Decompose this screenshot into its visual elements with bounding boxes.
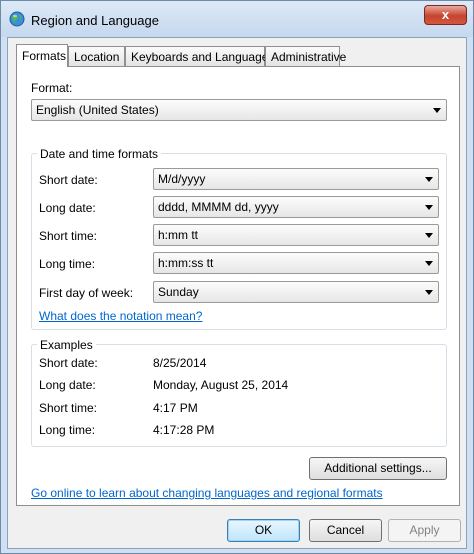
short-time-dropdown[interactable]: h:mm tt xyxy=(153,224,439,246)
first-day-of-week-dropdown[interactable]: Sunday xyxy=(153,281,439,303)
examples-title: Examples xyxy=(37,338,96,352)
chevron-down-icon xyxy=(425,290,433,295)
long-time-dropdown[interactable]: h:mm:ss tt xyxy=(153,252,439,274)
dialog-client-area: Formats Location Keyboards and Languages… xyxy=(7,37,467,549)
short-date-dropdown[interactable]: M/d/yyyy xyxy=(153,168,439,190)
first-day-of-week-label: First day of week: xyxy=(39,286,134,300)
region-language-window: Region and Language x Formats Location K… xyxy=(0,0,474,554)
example-short-time-value: 4:17 PM xyxy=(153,401,198,415)
notation-help-link[interactable]: What does the notation mean? xyxy=(39,309,202,323)
chevron-down-icon xyxy=(425,261,433,266)
online-help-link[interactable]: Go online to learn about changing langua… xyxy=(31,486,383,500)
tab-keyboards-and-languages[interactable]: Keyboards and Languages xyxy=(125,46,274,66)
example-short-time-label: Short time: xyxy=(39,401,98,415)
ok-button[interactable]: OK xyxy=(227,519,300,542)
chevron-down-icon xyxy=(433,108,441,113)
long-date-dropdown[interactable]: dddd, MMMM dd, yyyy xyxy=(153,196,439,218)
window-title: Region and Language xyxy=(31,13,159,28)
chevron-down-icon xyxy=(425,205,433,210)
example-long-date-value: Monday, August 25, 2014 xyxy=(153,378,289,392)
short-date-label: Short date: xyxy=(39,173,98,187)
title-bar[interactable]: Region and Language x xyxy=(1,1,473,37)
format-dropdown[interactable]: English (United States) xyxy=(31,99,447,121)
short-date-value: M/d/yyyy xyxy=(158,172,206,186)
short-time-value: h:mm tt xyxy=(158,228,199,242)
format-label: Format: xyxy=(31,81,73,95)
first-day-of-week-value: Sunday xyxy=(158,285,199,299)
example-short-date-value: 8/25/2014 xyxy=(153,356,207,370)
example-short-date-label: Short date: xyxy=(39,356,98,370)
long-date-value: dddd, MMMM dd, yyyy xyxy=(158,200,279,214)
cancel-button[interactable]: Cancel xyxy=(309,519,382,542)
formats-panel: Format: English (United States) Date and… xyxy=(16,66,460,506)
chevron-down-icon xyxy=(425,233,433,238)
long-date-label: Long date: xyxy=(39,201,96,215)
example-long-time-value: 4:17:28 PM xyxy=(153,423,215,437)
apply-button[interactable]: Apply xyxy=(388,519,461,542)
tab-location[interactable]: Location xyxy=(68,46,125,66)
chevron-down-icon xyxy=(425,177,433,182)
tab-formats[interactable]: Formats xyxy=(16,44,68,67)
example-long-date-label: Long date: xyxy=(39,378,96,392)
date-time-formats-title: Date and time formats xyxy=(37,147,162,161)
close-button[interactable]: x xyxy=(424,5,467,25)
long-time-value: h:mm:ss tt xyxy=(158,256,214,270)
example-long-time-label: Long time: xyxy=(39,423,96,437)
long-time-label: Long time: xyxy=(39,257,96,271)
close-icon: x xyxy=(441,7,450,22)
globe-icon xyxy=(9,11,25,27)
additional-settings-button[interactable]: Additional settings... xyxy=(309,457,447,480)
short-time-label: Short time: xyxy=(39,229,98,243)
tab-administrative[interactable]: Administrative xyxy=(265,46,346,66)
format-value: English (United States) xyxy=(36,103,159,117)
